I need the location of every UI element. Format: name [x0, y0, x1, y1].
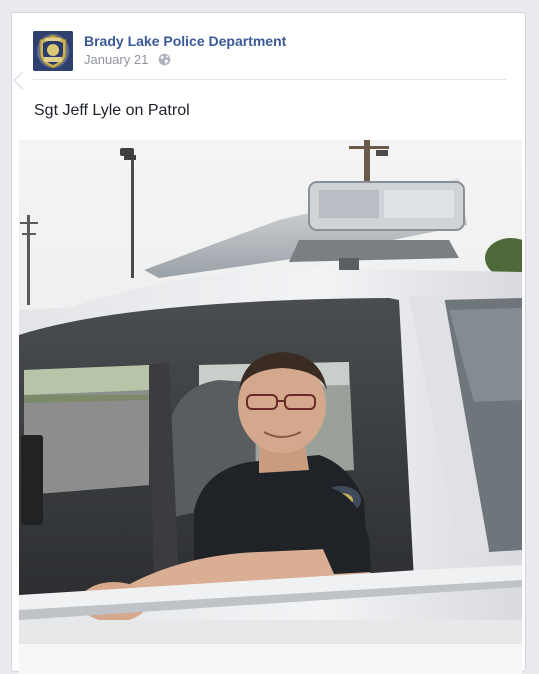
police-badge-icon [33, 31, 73, 71]
police-car-photo [19, 140, 522, 643]
globe-icon[interactable] [158, 53, 171, 69]
page-avatar[interactable] [33, 31, 73, 71]
post-photo[interactable] [19, 140, 522, 643]
post-date-link[interactable]: January 21 [84, 52, 148, 67]
post-header: Brady Lake Police Department January 21 [33, 31, 513, 75]
post-footer-bar [19, 643, 522, 674]
card-notch [13, 71, 32, 90]
post-text: Sgt Jeff Lyle on Patrol [34, 102, 190, 119]
header-divider [33, 79, 506, 80]
post-card: Brady Lake Police Department January 21 … [11, 12, 526, 674]
post-meta: January 21 [84, 52, 171, 69]
page-name-link[interactable]: Brady Lake Police Department [84, 33, 286, 49]
